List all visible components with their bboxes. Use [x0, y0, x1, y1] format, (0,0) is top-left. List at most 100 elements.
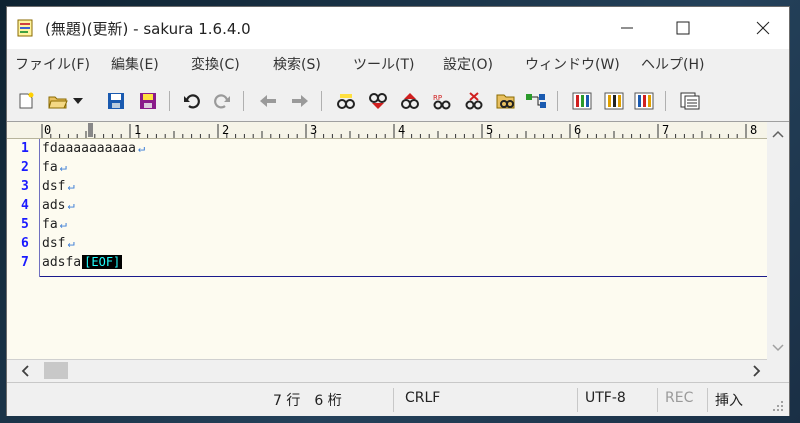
- line-number: 1: [21, 141, 29, 156]
- crlf-mark: ↵: [137, 141, 146, 155]
- cursor-line-underline: [40, 276, 767, 277]
- line-text: dsf: [42, 179, 66, 194]
- window-title: (無題)(更新) - sakura 1.6.4.0: [45, 20, 251, 38]
- text-line[interactable]: dsf ↵: [42, 179, 75, 194]
- crlf-mark: ↵: [67, 198, 75, 212]
- open-dropdown-button[interactable]: [71, 90, 85, 112]
- title-bar[interactable]: (無題)(更新) - sakura 1.6.4.0: [7, 7, 789, 49]
- menu-bar: ファイル(F) 編集(E) 変換(C) 検索(S) ツール(T) 設定(O) ウ…: [7, 49, 789, 77]
- encoding-indicator[interactable]: UTF-8: [585, 390, 626, 406]
- redo-icon: [214, 94, 230, 109]
- ruler-number: 3: [310, 123, 318, 137]
- menu-window[interactable]: ウィンドウ(W): [525, 54, 620, 74]
- horizontal-scrollbar[interactable]: [7, 359, 767, 382]
- outline-icon: [526, 94, 546, 108]
- window-list-button[interactable]: [679, 90, 701, 112]
- status-separator: [707, 388, 708, 412]
- ruler-number: 8: [750, 123, 758, 137]
- type-settings-icon: [634, 92, 654, 110]
- text-editor[interactable]: 0 1 2 3 4 5 6 7 8 1 2 3 4 5 6 7 fdaaaaaa…: [7, 121, 789, 360]
- menu-search[interactable]: 検索(S): [273, 54, 321, 74]
- redo-button[interactable]: [211, 90, 233, 112]
- save-button[interactable]: [105, 90, 127, 112]
- scroll-down-icon[interactable]: [767, 340, 789, 356]
- toolbar-separator: [557, 91, 558, 111]
- common-settings-button[interactable]: [571, 90, 593, 112]
- new-file-button[interactable]: [15, 90, 37, 112]
- search-prev-button[interactable]: [367, 90, 389, 112]
- menu-tools[interactable]: ツール(T): [353, 54, 414, 74]
- undo-button[interactable]: [181, 90, 203, 112]
- window-list-icon: [680, 92, 700, 110]
- status-separator: [393, 388, 394, 412]
- menu-settings[interactable]: 設定(O): [443, 54, 493, 74]
- line-number: 4: [21, 198, 29, 213]
- ruler-number: 5: [486, 123, 494, 137]
- column-ruler: 0 1 2 3 4 5 6 7 8: [7, 122, 767, 139]
- vertical-scrollbar[interactable]: [767, 122, 789, 360]
- text-line[interactable]: ads ↵: [42, 198, 75, 213]
- line-ending-indicator[interactable]: CRLF: [405, 390, 440, 406]
- line-text: fa: [42, 217, 58, 232]
- text-line[interactable]: adsfa [EOF]: [42, 255, 123, 270]
- save-all-button[interactable]: [137, 90, 159, 112]
- minimize-button[interactable]: [603, 7, 651, 49]
- toolbar-separator: [321, 91, 322, 111]
- close-icon: [756, 21, 770, 35]
- font-settings-button[interactable]: [603, 90, 625, 112]
- search-next-button[interactable]: [399, 90, 421, 112]
- grep-button[interactable]: [495, 90, 517, 112]
- ruler-number: 2: [222, 123, 230, 137]
- crlf-mark: ↵: [67, 236, 75, 250]
- search-next-icon: [401, 93, 419, 109]
- outline-button[interactable]: [525, 90, 547, 112]
- crlf-mark: ↵: [59, 160, 67, 174]
- crlf-mark: ↵: [59, 217, 67, 231]
- status-separator: [577, 388, 578, 412]
- line-text: fa: [42, 160, 58, 175]
- line-number: 3: [21, 179, 29, 194]
- scroll-left-icon[interactable]: [17, 361, 35, 381]
- line-text: dsf: [42, 236, 66, 251]
- text-line[interactable]: fa ↵: [42, 217, 67, 232]
- search-button[interactable]: [335, 90, 357, 112]
- insert-mode-indicator[interactable]: 挿入: [715, 390, 743, 410]
- jump-forward-button[interactable]: [289, 90, 311, 112]
- sakura-app-icon: [17, 19, 33, 37]
- horizontal-scroll-thumb[interactable]: [44, 362, 68, 379]
- type-settings-button[interactable]: [633, 90, 655, 112]
- jump-back-icon: [260, 95, 276, 107]
- crlf-mark: ↵: [67, 179, 75, 193]
- ruler-number: 1: [134, 123, 142, 137]
- open-file-icon: [48, 96, 68, 109]
- status-bar: 7 行 6 桁 CRLF UTF-8 REC 挿入: [7, 382, 789, 416]
- clear-search-button[interactable]: [463, 90, 485, 112]
- search-icon: [337, 94, 355, 109]
- scroll-right-icon[interactable]: [747, 361, 765, 381]
- open-file-button[interactable]: [47, 90, 69, 112]
- menu-convert[interactable]: 変換(C): [191, 54, 240, 74]
- maximize-icon: [676, 21, 690, 35]
- jump-back-button[interactable]: [257, 90, 279, 112]
- ruler-ticks: [41, 124, 747, 138]
- editor-window: (無題)(更新) - sakura 1.6.4.0 ファイル(F) 編集(E) …: [6, 6, 790, 416]
- line-text: adsfa: [42, 255, 82, 270]
- menu-edit[interactable]: 編集(E): [111, 54, 159, 74]
- toolbar-separator: [665, 91, 666, 111]
- resize-grip-icon[interactable]: [771, 399, 785, 413]
- replace-icon: RP: [433, 94, 451, 110]
- cursor-position: 7 行 6 桁: [273, 393, 342, 409]
- close-button[interactable]: [739, 7, 787, 49]
- toolbar: RP: [7, 85, 789, 119]
- ruler-number: 6: [574, 123, 582, 137]
- menu-help[interactable]: ヘルプ(H): [641, 54, 704, 74]
- scroll-up-icon[interactable]: [767, 126, 789, 142]
- text-line[interactable]: fa ↵: [42, 160, 67, 175]
- line-number: 2: [21, 160, 29, 175]
- replace-button[interactable]: RP: [431, 90, 453, 112]
- line-number-gutter: 1 2 3 4 5 6 7: [7, 139, 39, 360]
- menu-file[interactable]: ファイル(F): [15, 54, 90, 74]
- text-line[interactable]: fdaaaaaaaaaa ↵: [42, 141, 145, 156]
- maximize-button[interactable]: [659, 7, 707, 49]
- text-line[interactable]: dsf ↵: [42, 236, 75, 251]
